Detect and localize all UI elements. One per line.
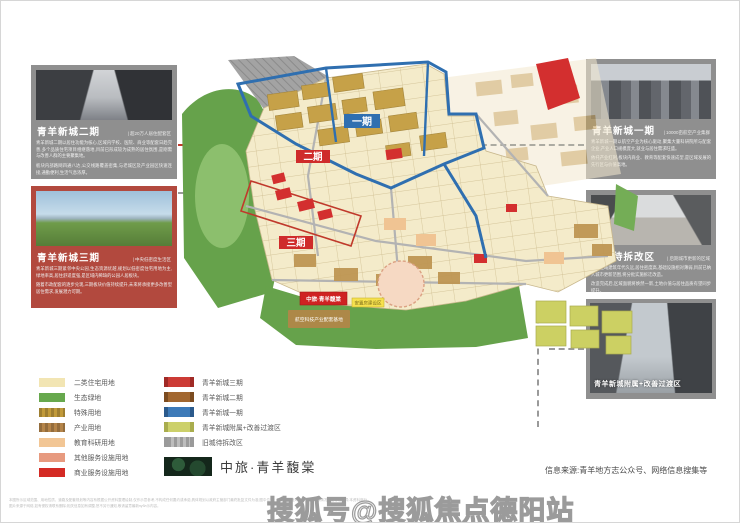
- phase1-subtitle: | 10000亩航空产业集群: [664, 130, 710, 136]
- map-resettlement-tag: 安置房建设区: [352, 298, 384, 307]
- legend-swatch-industry: [39, 423, 65, 432]
- legend-row: 青羊新城一期: [164, 407, 281, 417]
- map-annex-parcels: [536, 301, 632, 354]
- phase3-body-p1: 青羊新城三期紧邻中央公园,生态资源优越,规划以低密度住宅用地为主,绿地率高,居住…: [36, 266, 172, 279]
- phase3-subtitle: | 中央低密度生活区: [133, 257, 171, 263]
- brand-logo-text: 中旅·青羊馥棠: [220, 457, 316, 476]
- legend-label: 生态绿地: [74, 392, 101, 402]
- map-transition-circle: [378, 261, 424, 307]
- annex-caption: 青羊新城附属+改善过渡区: [594, 379, 681, 389]
- map-project-marker-label: 中旅·青羊馥棠: [306, 295, 341, 303]
- legend-row: 青羊新城三期: [164, 377, 281, 387]
- phase3-body-p2: 随着市政配套的逐步兑现,三期板块价值持续提升,未来将承接更多改善型居住需求,发展…: [36, 282, 172, 295]
- legend-row: 其他服务设施用地: [39, 452, 128, 462]
- legend-land-use: 二类住宅用地 生态绿地 特殊用地 产业用地 教育科研用地 其他服务设施用地 商业…: [39, 377, 128, 482]
- legend-swatch-phase2: [164, 392, 194, 402]
- legend-swatch-phase3: [164, 377, 194, 387]
- planning-map[interactable]: 一期 二期 三期 中旅·青羊馥棠 航空科技产业配套基地: [176, 56, 646, 374]
- legend-row: 生态绿地: [39, 392, 128, 402]
- legend-swatch-annex: [164, 422, 194, 432]
- old-town-subtitle: | 后期城市更新的区域: [667, 256, 710, 262]
- map-badge-phase1[interactable]: 一期: [344, 114, 380, 128]
- brand-block: 中旅·青羊馥棠: [164, 457, 316, 476]
- watermark-sohu: 搜狐号@搜狐焦点德阳站: [267, 489, 574, 523]
- flyer-page: 青羊新城二期 | 超20万人居住配套区 青羊新城二期以居住功能为核心,区域内学校…: [0, 0, 740, 523]
- legend-row: 商业服务设施用地: [39, 467, 128, 477]
- card-qingyang-phase2: 青羊新城二期 | 超20万人居住配套区 青羊新城二期以居住功能为核心,区域内学校…: [31, 65, 177, 179]
- legend-swatch-education: [39, 438, 65, 447]
- map-badge-phase3-label: 三期: [286, 237, 305, 249]
- map-badge-phase2[interactable]: 二期: [296, 150, 330, 163]
- legend-label: 青羊新城二期: [202, 392, 243, 402]
- legend-label: 教育科研用地: [74, 437, 115, 447]
- legend-swatch-commercial: [39, 468, 65, 477]
- legend-row: 教育科研用地: [39, 437, 128, 447]
- map-badge-phase1-label: 一期: [352, 115, 372, 128]
- card-qingyang-phase3: 青羊新城三期 | 中央低密度生活区 青羊新城三期紧邻中央公园,生态资源优越,规划…: [31, 186, 177, 308]
- legend-label: 商业服务设施用地: [74, 467, 128, 477]
- phase2-title: 青羊新城二期: [37, 124, 100, 138]
- legend-label: 青羊新城三期: [202, 377, 243, 387]
- legend-row: 二类住宅用地: [39, 377, 128, 387]
- map-project-marker[interactable]: 中旅·青羊馥棠: [300, 292, 347, 305]
- legend-row: 特殊用地: [39, 407, 128, 417]
- legend-swatch-other-service: [39, 453, 65, 462]
- legend-label: 其他服务设施用地: [74, 452, 128, 462]
- phase3-body: 青羊新城三期紧邻中央公园,生态资源优越,规划以低密度住宅用地为主,绿地率高,居住…: [36, 266, 172, 296]
- legend-label: 旧城待拆改区: [202, 437, 243, 447]
- map-badge-phase3[interactable]: 三期: [279, 236, 313, 249]
- phase2-body-p2: 板块内部路网四通八达,公交线路覆盖密集,与老城区及产业园区快速连接,通勤便利,生…: [36, 163, 172, 176]
- map-industrial-label: 航空科技产业配套基地: [295, 316, 343, 323]
- legend-label: 二类住宅用地: [74, 377, 115, 387]
- map-green-northeast: [614, 184, 638, 231]
- legend-row: 产业用地: [39, 422, 128, 432]
- phase2-body: 青羊新城二期以居住功能为核心,区域内学校、医院、商业等配套日趋完善,多个品质住宅…: [36, 140, 172, 176]
- brand-logo-image: [164, 457, 212, 476]
- legend-swatch-special: [39, 408, 65, 417]
- phase2-subtitle: | 超20万人居住配套区: [128, 131, 171, 137]
- legend-label: 青羊新城附属+改善过渡区: [202, 422, 281, 432]
- phase2-photo: [36, 70, 172, 120]
- phase3-title: 青羊新城三期: [37, 250, 100, 264]
- legend-label: 青羊新城一期: [202, 407, 243, 417]
- legend-row: 青羊新城二期: [164, 392, 281, 402]
- info-source-note: 信息来源:青羊地方志公众号、网络信息搜集等: [545, 465, 707, 476]
- map-resettlement-tag-label: 安置房建设区: [355, 300, 382, 307]
- phase3-photo: [36, 191, 172, 246]
- legend-row: 青羊新城附属+改善过渡区: [164, 422, 281, 432]
- legend-swatch-green: [39, 393, 65, 402]
- map-badge-phase2-label: 二期: [303, 151, 322, 163]
- map-industrial-parcel: 航空科技产业配套基地: [288, 310, 350, 328]
- legend-row: 旧城待拆改区: [164, 437, 281, 447]
- legend-swatch-residential: [39, 378, 65, 387]
- legend-label: 特殊用地: [74, 407, 101, 417]
- phase2-body-p1: 青羊新城二期以居住功能为核心,区域内学校、医院、商业等配套日趋完善,多个品质住宅…: [36, 140, 172, 160]
- map-green-inner: [195, 144, 249, 248]
- legend-zones: 青羊新城三期 青羊新城二期 青羊新城一期 青羊新城附属+改善过渡区 旧城待拆改区: [164, 377, 281, 452]
- legend-label: 产业用地: [74, 422, 101, 432]
- legend-swatch-oldtown: [164, 437, 194, 447]
- legend-swatch-phase1: [164, 407, 194, 417]
